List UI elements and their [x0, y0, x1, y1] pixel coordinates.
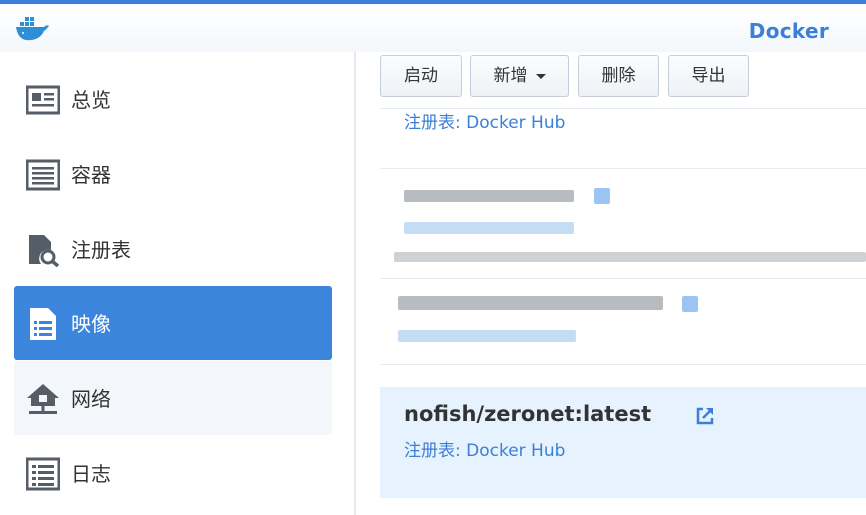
obscured-registry [404, 222, 574, 234]
image-name: nofish/zeronet:latest [404, 402, 652, 426]
sidebar: 总览 容器 注册表 映像 网络 日志 [0, 52, 354, 515]
external-link-icon [682, 296, 698, 312]
row-divider [380, 278, 866, 279]
sidebar-item-label: 映像 [71, 312, 111, 336]
obscured-description [394, 252, 866, 262]
sidebar-item-containers[interactable]: 容器 [14, 137, 332, 211]
external-link-icon[interactable] [695, 406, 715, 426]
obscured-image-name [404, 190, 574, 202]
network-house-icon [27, 384, 59, 414]
obscured-registry [398, 330, 576, 342]
delete-button[interactable]: 删除 [578, 55, 659, 97]
log-list-icon [26, 457, 60, 491]
row-divider [380, 364, 866, 365]
sidebar-item-images[interactable]: 映像 [14, 286, 332, 360]
image-panel: 启动 新增 删除 导出 注册表: Docker Hub nofish/zeron… [356, 52, 866, 515]
row-divider [380, 168, 866, 169]
sidebar-item-logs[interactable]: 日志 [14, 436, 332, 510]
sidebar-item-label: 注册表 [71, 238, 131, 262]
app-title: Docker [748, 19, 829, 43]
registry-search-icon [29, 235, 60, 267]
chevron-down-icon [535, 73, 546, 79]
docker-whale-icon [16, 17, 49, 41]
sidebar-item-network[interactable]: 网络 [14, 361, 332, 435]
sidebar-item-label: 网络 [71, 387, 111, 411]
sidebar-item-label: 总览 [71, 88, 111, 112]
sidebar-item-label: 容器 [71, 163, 111, 187]
sidebar-item-overview[interactable]: 总览 [14, 62, 332, 136]
export-button[interactable]: 导出 [668, 55, 749, 97]
launch-button[interactable]: 启动 [380, 55, 462, 97]
image-registry: 注册表: Docker Hub [404, 113, 566, 133]
title-bar: Docker [0, 4, 866, 52]
overview-card-icon [26, 85, 60, 115]
container-list-icon [26, 159, 60, 191]
sidebar-item-registry[interactable]: 注册表 [14, 212, 332, 286]
obscured-image-name [398, 296, 663, 310]
external-link-icon [594, 188, 610, 204]
add-button-label: 新增 [493, 66, 528, 86]
sidebar-item-label: 日志 [71, 462, 111, 486]
image-registry: 注册表: Docker Hub [404, 441, 566, 461]
add-dropdown-button[interactable]: 新增 [470, 55, 569, 97]
image-document-icon [30, 308, 56, 340]
